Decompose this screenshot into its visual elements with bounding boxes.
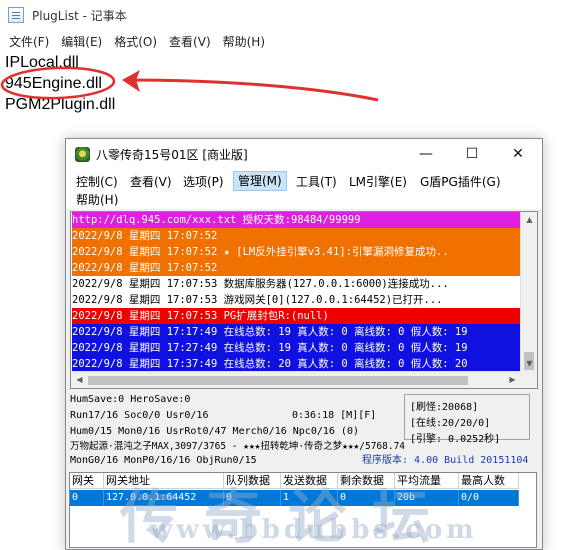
red-arrow: [127, 78, 379, 102]
column-header[interactable]: 网关地址: [104, 473, 224, 489]
menu-tools[interactable]: 工具(T): [292, 172, 341, 192]
text-line: IPLocal.dll: [5, 54, 79, 71]
scroll-left-icon[interactable]: ◀: [71, 372, 88, 388]
maximize-button[interactable]: ☐: [449, 139, 495, 169]
notepad-icon: [8, 7, 24, 23]
table-cell: 20b: [395, 490, 459, 506]
column-header[interactable]: 发送数据: [281, 473, 338, 489]
table-cell: 0/0: [459, 490, 519, 506]
log-lines: http://dlq.945.com/xxx.txt 授权天数:98484/99…: [71, 212, 521, 372]
status-clock: 0:36:18 [M][F]: [292, 410, 377, 421]
menu-format[interactable]: 格式(O): [108, 33, 163, 50]
log-text: 2022/9/8 星期四 17:17:49 在线总数: 19 真人数: 0 离线…: [72, 324, 521, 340]
notepad-titlebar: PlugList - 记事本: [0, 0, 565, 30]
log-line: http://dlq.945.com/xxx.txt 授权天数:98484/99…: [71, 212, 521, 228]
column-header[interactable]: 网关: [70, 473, 104, 489]
status-mon: MonG0/16 MonP0/16/16 ObjRun0/15: [70, 455, 257, 466]
log-text: 2022/9/8 星期四 17:27:49 在线总数: 19 真人数: 0 离线…: [72, 340, 521, 356]
red-arrowhead: [122, 70, 140, 92]
menu-g-shield-plugin[interactable]: G盾PG插件(G): [416, 172, 505, 192]
log-text: http://dlq.945.com/xxx.txt 授权天数:98484/99…: [72, 212, 521, 228]
status-save: HumSave:0 HeroSave:0: [70, 394, 191, 405]
scroll-corner: [520, 371, 537, 388]
program-version: 程序版本: 4.00 Build 20151104: [362, 455, 529, 466]
log-line: 2022/9/8 星期四 17:27:49 在线总数: 19 真人数: 0 离线…: [71, 340, 521, 356]
menu-view[interactable]: 查看(V): [163, 33, 217, 50]
table-cell: 0: [70, 490, 104, 506]
app-titlebar: 八零传奇15号01区 [商业版] — ☐ ✕: [66, 139, 542, 169]
horizontal-scrollbar[interactable]: ◀ ▶: [71, 371, 521, 388]
text-line-highlighted: 945Engine.dll: [5, 75, 102, 92]
log-line: 2022/9/8 星期四 17:07:52: [71, 260, 521, 276]
log-text: 2022/9/8 星期四 17:07:53 数据库服务器(127.0.0.1:6…: [72, 276, 451, 292]
status-engine: [引擎: 0.0252秒]: [410, 434, 501, 445]
scroll-right-icon[interactable]: ▶: [504, 372, 521, 388]
menu-file[interactable]: 文件(F): [3, 33, 55, 50]
log-line: 2022/9/8 星期四 17:37:49 在线总数: 20 真人数: 0 离线…: [71, 356, 521, 372]
menu-help[interactable]: 帮助(H): [217, 33, 271, 50]
table-cell: 0: [224, 490, 281, 506]
table-header: 网关 网关地址 队列数据 发送数据 剩余数据 平均流量 最高人数: [70, 473, 519, 489]
log-text: 2022/9/8 星期四 17:07:52: [72, 260, 521, 276]
status-refresh: [刷怪:20068]: [410, 402, 479, 413]
menu-control[interactable]: 控制(C): [72, 172, 122, 192]
log-line: 2022/9/8 星期四 17:07:52 ★ [LM反外挂引擎v3.41]:引…: [71, 244, 521, 260]
log-line: 2022/9/8 星期四 17:07:53 游戏网关[0](127.0.0.1:…: [71, 292, 521, 308]
log-text: 2022/9/8 星期四 17:07:52 ★ [LM反外挂引擎v3.41]:引…: [72, 244, 521, 260]
log-line: 2022/9/8 星期四 17:17:49 在线总数: 19 真人数: 0 离线…: [71, 324, 521, 340]
gateway-table[interactable]: 网关 网关地址 队列数据 发送数据 剩余数据 平均流量 最高人数 0 127.0…: [69, 472, 537, 548]
column-header[interactable]: 队列数据: [224, 473, 281, 489]
table-cell: 127.0.0.1:64452: [104, 490, 224, 506]
minimize-button[interactable]: —: [403, 139, 449, 169]
game-icon: [75, 146, 90, 162]
log-text: 2022/9/8 星期四 17:37:49 在线总数: 20 真人数: 0 离线…: [72, 356, 521, 372]
status-online: [在线:20/20/0]: [410, 418, 491, 429]
menu-manage[interactable]: 管理(M): [233, 171, 287, 191]
menu-lm-engine[interactable]: LM引擎(E): [345, 172, 411, 192]
text-line: PGM2Plugin.dll: [5, 96, 116, 113]
scroll-up-icon[interactable]: ▲: [521, 212, 537, 228]
log-text: 2022/9/8 星期四 17:07:53 PG扩展封包R:(null): [72, 308, 521, 324]
app-menubar: 控制(C) 查看(V) 选项(P) 管理(M) 工具(T) LM引擎(E) G盾…: [66, 169, 542, 209]
menu-edit[interactable]: 编辑(E): [55, 33, 108, 50]
column-header[interactable]: 平均流量: [395, 473, 459, 489]
scroll-thumb-horizontal[interactable]: [88, 376, 468, 385]
status-hum: Hum0/15 Mon0/16 UsrRot0/47 Merch0/16 Npc…: [70, 426, 359, 437]
notepad-title: PlugList - 记事本: [32, 8, 127, 23]
menu-help[interactable]: 帮助(H): [72, 190, 122, 210]
vertical-scrollbar[interactable]: ▲ ▼: [520, 212, 537, 372]
log-text: 2022/9/8 星期四 17:07:52: [72, 228, 521, 244]
app-window: 八零传奇15号01区 [商业版] — ☐ ✕ 控制(C) 查看(V) 选项(P)…: [65, 138, 543, 550]
log-line: 2022/9/8 星期四 17:07:53 数据库服务器(127.0.0.1:6…: [71, 276, 521, 292]
column-header[interactable]: 最高人数: [459, 473, 519, 489]
notepad-menubar: 文件(F) 编辑(E) 格式(O) 查看(V) 帮助(H): [0, 30, 565, 52]
app-title: 八零传奇15号01区 [商业版]: [96, 147, 248, 162]
column-header[interactable]: 剩余数据: [338, 473, 395, 489]
table-cell: 1: [281, 490, 338, 506]
menu-view[interactable]: 查看(V): [126, 172, 176, 192]
notepad-text-area[interactable]: IPLocal.dll 945Engine.dll PGM2Plugin.dll: [5, 52, 115, 115]
log-line: 2022/9/8 星期四 17:07:53 PG扩展封包R:(null): [71, 308, 521, 324]
table-row[interactable]: 0 127.0.0.1:64452 0 1 0 20b 0/0: [70, 490, 519, 506]
close-button[interactable]: ✕: [495, 139, 541, 169]
log-panel[interactable]: http://dlq.945.com/xxx.txt 授权天数:98484/99…: [70, 211, 538, 389]
log-line: 2022/9/8 星期四 17:07:52: [71, 228, 521, 244]
scroll-down-icon[interactable]: ▼: [521, 356, 537, 372]
table-cell: 0: [338, 490, 395, 506]
status-title: 万物起源·混沌之子MAX,3097/3765 - ★★★扭转乾坤·传奇之梦★★★…: [70, 441, 406, 452]
menu-options[interactable]: 选项(P): [179, 172, 228, 192]
log-text: 2022/9/8 星期四 17:07:53 游戏网关[0](127.0.0.1:…: [72, 292, 445, 308]
status-run: Run17/16 Soc0/0 Usr0/16: [70, 410, 209, 421]
